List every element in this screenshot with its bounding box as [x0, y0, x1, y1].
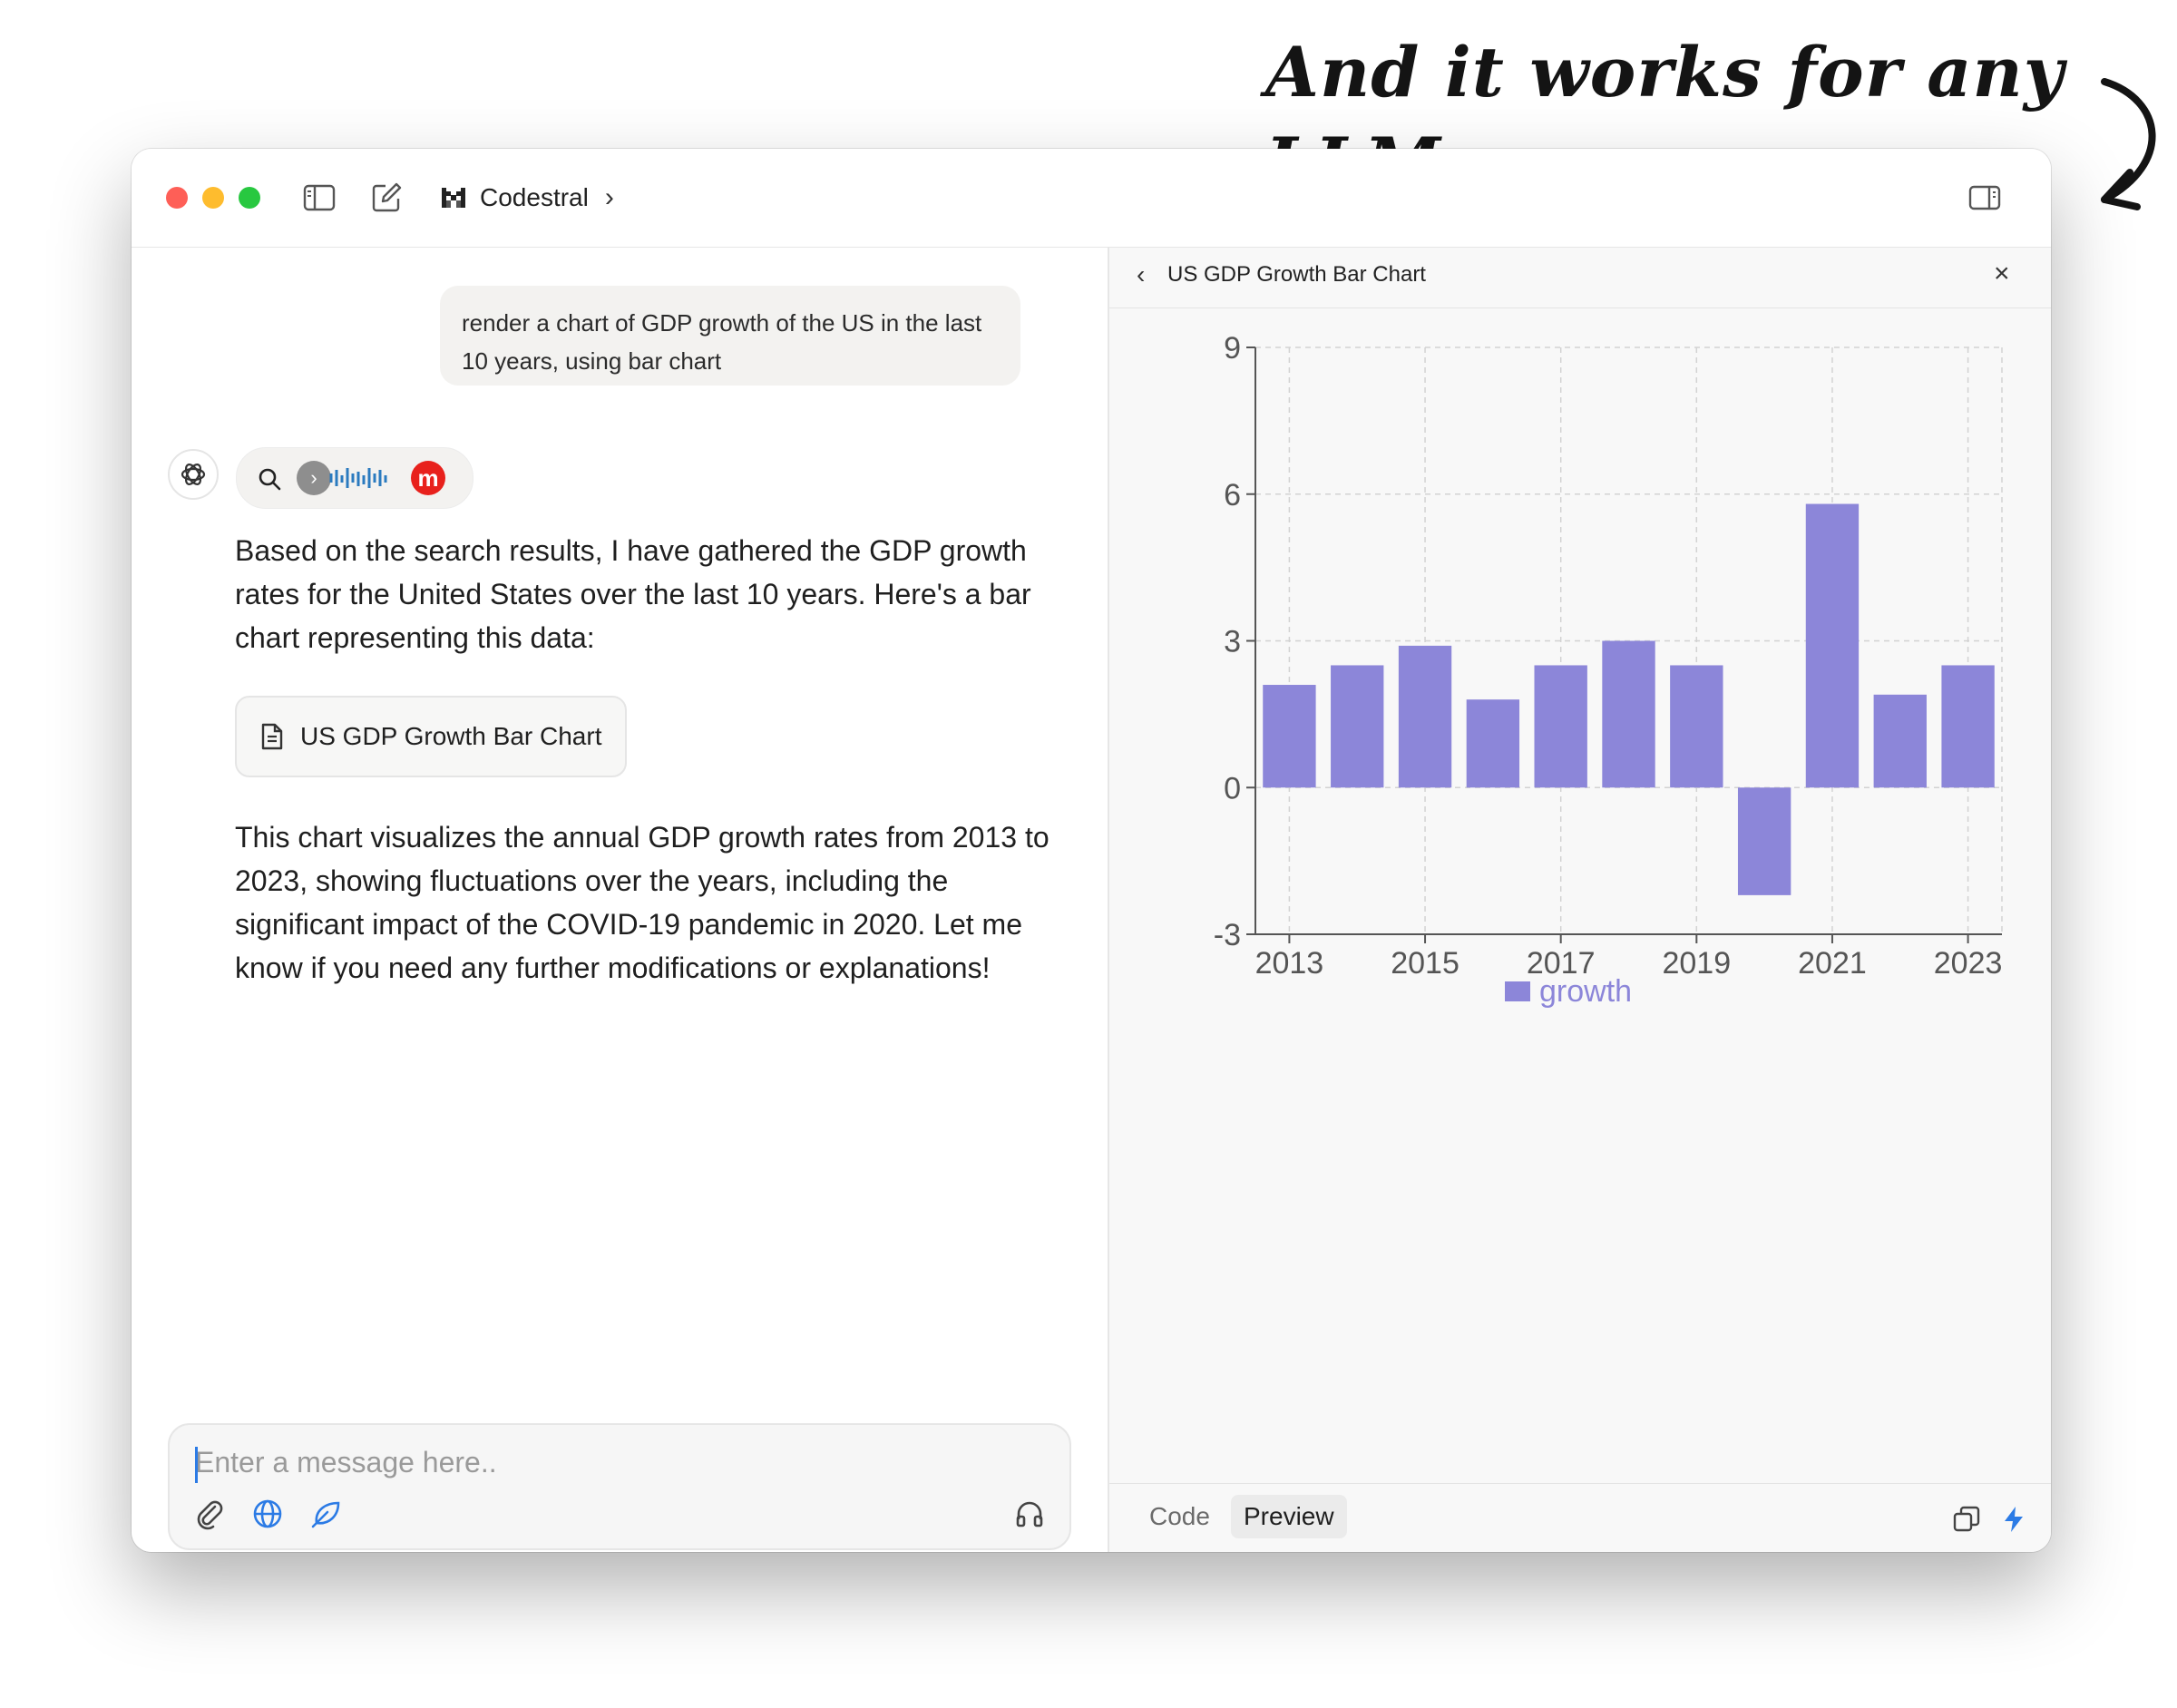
copy-icon[interactable] [1951, 1504, 1982, 1535]
lightning-icon[interactable] [1998, 1504, 2029, 1535]
back-chevron-icon[interactable]: ‹ [1137, 260, 1145, 289]
bar-2020 [1737, 787, 1791, 895]
text-caret [195, 1447, 198, 1483]
y-tick-label: 3 [1224, 625, 1241, 659]
legend-swatch [1505, 981, 1530, 1001]
web-search-sources[interactable]: › m [236, 447, 473, 509]
bar-2013 [1263, 685, 1316, 788]
y-tick-label: -3 [1214, 918, 1241, 952]
source-favicon-chevron-icon[interactable]: › [297, 461, 331, 495]
openai-logo-icon [181, 464, 206, 485]
leaf-icon[interactable] [309, 1498, 342, 1530]
assistant-intro-text: Based on the search results, I have gath… [235, 534, 1031, 654]
tab-code[interactable]: Code [1137, 1495, 1223, 1538]
sidebar-toggle-icon[interactable] [302, 181, 337, 215]
model-name: Codestral [480, 183, 589, 211]
artifact-header: ‹ US GDP Growth Bar Chart × [1109, 248, 2051, 308]
artifact-footer: Code Preview [1109, 1483, 2051, 1552]
x-tick-label: 2023 [1934, 946, 2003, 981]
chevron-right-icon: › [604, 182, 614, 212]
document-icon [261, 723, 283, 750]
new-chat-icon[interactable] [369, 181, 404, 215]
artifact-title: US GDP Growth Bar Chart [1167, 262, 1426, 287]
bar-2017 [1534, 665, 1587, 788]
gdp-bar-chart: -303692013 2015 2017 2019 2021 2023growth [1214, 331, 2003, 1009]
source-favicon-m-icon[interactable]: m [411, 461, 445, 495]
bar-2018 [1602, 640, 1655, 788]
title-bar: Codestral › [132, 149, 2051, 248]
headphones-icon[interactable] [1013, 1498, 1046, 1530]
close-icon[interactable]: × [1994, 259, 2010, 289]
bar-2016 [1466, 699, 1520, 788]
search-icon [259, 468, 281, 491]
x-tick-label: 2021 [1798, 946, 1867, 981]
assistant-outro-text: This chart visualizes the annual GDP gro… [235, 821, 1049, 984]
annotation-arrow-icon [2101, 78, 2156, 210]
bar-2021 [1805, 503, 1860, 788]
minimize-window-button[interactable] [202, 187, 224, 209]
tab-preview[interactable]: Preview [1231, 1495, 1347, 1538]
message-composer [168, 1423, 1071, 1550]
artifact-panel: ‹ US GDP Growth Bar Chart × -3 0 3 6 9 2013 20… [1109, 248, 2051, 1552]
artifact-card-label: US GDP Growth Bar Chart [300, 722, 602, 750]
artifact-panel-toggle-icon[interactable] [1967, 181, 2002, 215]
mistral-logo-icon [442, 188, 465, 208]
bar-2015 [1398, 645, 1452, 788]
bar-2022 [1873, 694, 1927, 788]
bar-2019 [1670, 665, 1723, 788]
legend-label: growth [1539, 974, 1632, 1009]
zoom-window-button[interactable] [239, 187, 260, 209]
user-message: render a chart of GDP growth of the US i… [440, 286, 1020, 386]
globe-icon[interactable] [251, 1498, 284, 1530]
model-picker[interactable]: Codestral › [440, 180, 614, 216]
x-tick-label: 2013 [1255, 946, 1324, 981]
message-input[interactable] [195, 1440, 1011, 1485]
close-window-button[interactable] [166, 187, 188, 209]
x-tick-label: 2015 [1391, 946, 1459, 981]
artifact-card[interactable]: US GDP Growth Bar Chart [235, 696, 627, 777]
y-tick-label: 0 [1224, 771, 1241, 805]
paperclip-icon[interactable] [193, 1498, 226, 1530]
bar-2014 [1331, 665, 1384, 788]
assistant-avatar [168, 449, 219, 500]
app-window: Codestral › render a chart of GDP growth… [132, 149, 2051, 1552]
y-tick-label: 9 [1224, 331, 1241, 366]
chat-pane: render a chart of GDP growth of the US i… [132, 248, 1108, 1552]
x-tick-label: 2019 [1662, 946, 1731, 981]
bar-2023 [1941, 665, 1995, 788]
y-tick-label: 6 [1224, 478, 1241, 512]
source-favicon-waveform-icon[interactable] [327, 461, 391, 495]
